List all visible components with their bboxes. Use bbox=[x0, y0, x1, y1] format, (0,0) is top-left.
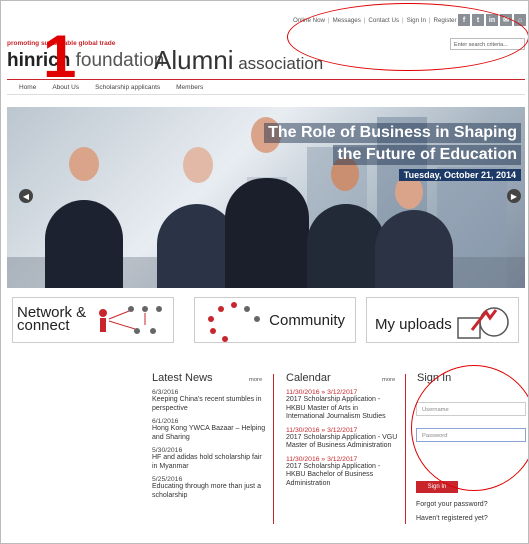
hero-headline-1: The Role of Business in Shaping bbox=[264, 123, 521, 143]
nav-members[interactable]: Members bbox=[176, 84, 203, 91]
feature-tiles: Network & connect Community My uploads bbox=[12, 297, 522, 345]
column-divider bbox=[273, 374, 274, 524]
news-title[interactable]: Educating through more than just a schol… bbox=[152, 483, 268, 500]
carousel-next-icon[interactable]: ▶ bbox=[507, 189, 521, 203]
person-head bbox=[183, 147, 213, 183]
calendar-section: Calendar 11/30/2016 » 3/12/2017 2017 Sch… bbox=[286, 372, 398, 488]
nav-home[interactable]: Home bbox=[19, 84, 36, 91]
news-more-link[interactable]: more bbox=[249, 377, 262, 383]
community-label: Community bbox=[269, 312, 345, 329]
calendar-item[interactable]: 11/30/2016 » 3/12/2017 2017 Scholarship … bbox=[286, 389, 398, 422]
person-figure bbox=[375, 210, 453, 288]
latest-news-section: Latest News 6/3/2016 Keeping China's rec… bbox=[152, 372, 268, 500]
news-title[interactable]: Keeping China's recent stumbles in persp… bbox=[152, 396, 268, 413]
carousel-prev-icon[interactable]: ◀ bbox=[19, 189, 33, 203]
news-date: 6/3/2016 bbox=[152, 389, 179, 396]
news-date: 5/30/2016 bbox=[152, 447, 183, 454]
calendar-event-title[interactable]: 2017 Scholarship Application - VGU Maste… bbox=[286, 434, 398, 451]
calendar-item[interactable]: 11/30/2016 » 3/12/2017 2017 Scholarship … bbox=[286, 456, 398, 489]
news-item[interactable]: 6/1/2016 Hong Kong YWCA Bazaar – Helping… bbox=[152, 418, 268, 442]
person-head bbox=[69, 147, 99, 181]
foundation-logo-rest: foundation bbox=[70, 50, 165, 71]
news-title[interactable]: Hong Kong YWCA Bazaar – Helping and Shar… bbox=[152, 425, 268, 442]
news-item[interactable]: 6/3/2016 Keeping China's recent stumbles… bbox=[152, 389, 268, 413]
calendar-date: 11/30/2016 » 3/12/2017 bbox=[286, 426, 358, 434]
person-figure bbox=[225, 178, 309, 288]
calendar-date: 11/30/2016 » 3/12/2017 bbox=[286, 389, 358, 396]
hero-banner[interactable]: The Role of Business in Shaping the Futu… bbox=[7, 107, 525, 288]
hero-headline-2: the Future of Education bbox=[333, 145, 521, 165]
community-tile[interactable]: Community bbox=[194, 297, 356, 343]
calendar-date: 11/30/2016 » 3/12/2017 bbox=[286, 455, 358, 463]
not-registered-link[interactable]: Haven't registered yet? bbox=[416, 515, 488, 522]
network-connect-tile[interactable]: Network & connect bbox=[12, 297, 174, 343]
person-figure bbox=[307, 204, 385, 288]
my-uploads-tile[interactable]: My uploads bbox=[366, 297, 519, 343]
person-figure bbox=[45, 200, 123, 288]
browser-frame: Online Now | Messages | Contact Us | Sign I… bbox=[0, 0, 529, 544]
forgot-password-link[interactable]: Forgot your password? bbox=[416, 501, 488, 508]
uploads-label: My uploads bbox=[375, 316, 452, 333]
news-date: 5/25/2016 bbox=[152, 476, 183, 483]
news-item[interactable]: 5/30/2016 HF and adidas hold scholarship… bbox=[152, 447, 268, 471]
annotation-circle-signin bbox=[411, 365, 528, 491]
alumni-word: Alumni bbox=[154, 45, 234, 75]
nav-scholarship-applicants[interactable]: Scholarship applicants bbox=[95, 84, 160, 91]
news-date: 6/1/2016 bbox=[152, 418, 179, 425]
column-divider bbox=[405, 374, 406, 524]
calendar-event-title[interactable]: 2017 Scholarship Application - HKBU Bach… bbox=[286, 463, 398, 489]
news-item[interactable]: 5/25/2016 Educating through more than ju… bbox=[152, 476, 268, 500]
hero-date: Tuesday, October 21, 2014 bbox=[398, 169, 521, 181]
annotation-number: 1 bbox=[43, 23, 77, 90]
community-circle-icon bbox=[208, 302, 260, 342]
calendar-event-title[interactable]: 2017 Scholarship Application - HKBU Mast… bbox=[286, 396, 398, 422]
network-people-icon bbox=[99, 306, 162, 334]
annotation-circle-top bbox=[287, 3, 528, 71]
calendar-item[interactable]: 11/30/2016 » 3/12/2017 2017 Scholarship … bbox=[286, 427, 398, 451]
upload-globe-icon bbox=[457, 307, 509, 339]
main-nav: Home About Us Scholarship applicants Mem… bbox=[7, 79, 525, 95]
news-title[interactable]: HF and adidas hold scholarship fair in M… bbox=[152, 454, 268, 471]
calendar-more-link[interactable]: more bbox=[382, 377, 395, 383]
foundation-logo[interactable]: hinrich foundation bbox=[7, 50, 164, 72]
